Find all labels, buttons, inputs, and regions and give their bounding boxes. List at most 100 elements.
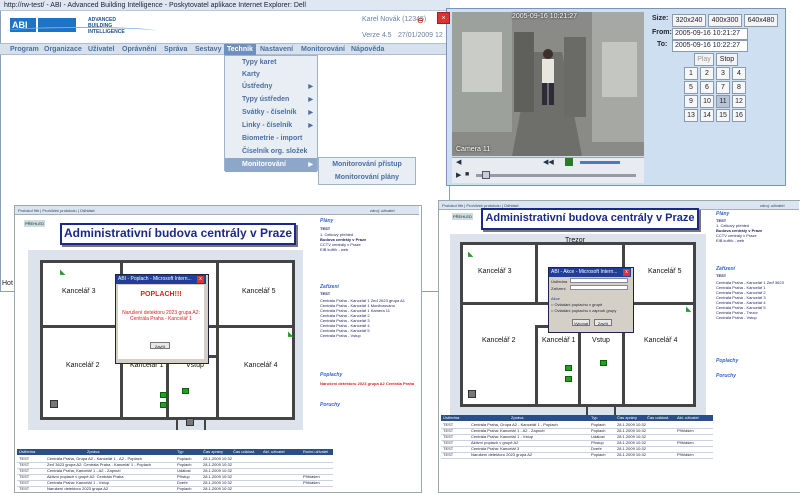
- door-icon[interactable]: [468, 390, 476, 398]
- device-field[interactable]: [570, 285, 628, 290]
- menu-sprava[interactable]: Správa: [164, 44, 187, 56]
- door-icon[interactable]: [50, 400, 58, 408]
- menu-napoveda[interactable]: Nápověda: [351, 44, 384, 56]
- action-option[interactable]: ○ Ovládání poplachu v zapnutí grupy: [551, 308, 616, 313]
- dropdown-item-biometrie[interactable]: Biometrie - import: [225, 132, 317, 146]
- camera-label: Camera 11: [456, 146, 491, 153]
- devices-sub: TEST: [716, 273, 727, 278]
- camera-13-button[interactable]: 13: [684, 109, 698, 122]
- cell: Dveře: [591, 446, 602, 451]
- back-button[interactable]: PŘEHLED: [24, 220, 45, 227]
- close-icon[interactable]: x: [197, 276, 204, 283]
- sensor-icon[interactable]: [182, 388, 189, 394]
- camera-11-button[interactable]: 11: [716, 95, 730, 108]
- camera-16-button[interactable]: 16: [732, 109, 746, 122]
- alarm-entry[interactable]: Narušení detektoru 2023 grupa A2 Centrál…: [320, 381, 414, 386]
- sensor-icon[interactable]: [160, 392, 167, 398]
- menu-sestavy[interactable]: Sestavy: [195, 44, 221, 56]
- dropdown-item-ustredny[interactable]: Ústředny ▶: [225, 80, 317, 94]
- cell: Poplach: [591, 428, 606, 433]
- camera-8-button[interactable]: 8: [732, 81, 746, 94]
- submenu-monitorovani-pristup[interactable]: Monitorování přístup: [319, 158, 415, 171]
- size-320-button[interactable]: 320x240: [672, 14, 706, 27]
- grid-col: Čas zprávy: [617, 415, 638, 420]
- sensor-icon[interactable]: [565, 365, 572, 371]
- camera-7-button[interactable]: 7: [716, 81, 730, 94]
- dialog-close-button[interactable]: Zavřít: [594, 319, 612, 326]
- stop-icon[interactable]: ■: [465, 171, 469, 178]
- close-icon[interactable]: ×: [437, 12, 450, 24]
- prev-frame-icon[interactable]: ◀: [456, 158, 461, 166]
- plan-toolbar[interactable]: Protokol filtr | Prohlížeč protokolu | O…: [15, 206, 419, 215]
- menu-program[interactable]: Program: [10, 44, 39, 56]
- plan-link[interactable]: EIB kufřík - web: [320, 247, 348, 252]
- size-400-button[interactable]: 400x300: [708, 14, 742, 27]
- camera-icon[interactable]: ◣: [686, 305, 691, 313]
- cell: Poplach: [177, 462, 192, 467]
- camera-2-button[interactable]: 2: [700, 67, 714, 80]
- camera-4-button[interactable]: 4: [732, 67, 746, 80]
- cell: 28.1.2009 10:32: [203, 486, 232, 491]
- seek-handle[interactable]: [482, 171, 490, 179]
- grid-col: Zpráva: [511, 415, 524, 420]
- volume-icon[interactable]: [565, 158, 573, 166]
- play-icon[interactable]: ▶: [456, 171, 461, 179]
- dropdown-item-ciselnik-org[interactable]: Číselník org. složek: [225, 145, 317, 159]
- logout-icon[interactable]: ⊖: [417, 16, 427, 26]
- grid-col: Ruční uživatel: [303, 449, 329, 454]
- panel-field[interactable]: [570, 278, 628, 283]
- camera-icon[interactable]: ◣: [288, 330, 293, 338]
- camera-10-button[interactable]: 10: [700, 95, 714, 108]
- device-row[interactable]: Centrála Praha - Vstup: [320, 333, 414, 338]
- sensor-icon[interactable]: [565, 376, 572, 382]
- camera-12-button[interactable]: 12: [732, 95, 746, 108]
- user-label: zdroj: uživatel: [370, 208, 395, 213]
- to-input[interactable]: 2005-09-16 10:22:27: [672, 40, 748, 52]
- camera-icon[interactable]: ◣: [60, 268, 65, 276]
- menu-opravneni[interactable]: Oprávnění: [122, 44, 157, 56]
- submenu-monitorovani-plany[interactable]: Monitorování plány: [319, 171, 415, 184]
- sensor-icon[interactable]: [160, 402, 167, 408]
- menu-uzivatel[interactable]: Uživatel: [88, 44, 114, 56]
- dropdown-item-linky[interactable]: Linky - číselník ▶: [225, 119, 317, 133]
- camera-9-button[interactable]: 9: [684, 95, 698, 108]
- rewind-icon[interactable]: ◀◀: [543, 158, 554, 166]
- size-640-button[interactable]: 640x480: [744, 14, 778, 27]
- cell: TEST: [19, 456, 30, 461]
- play-button[interactable]: Play: [694, 53, 714, 66]
- stop-button[interactable]: Stop: [716, 53, 738, 66]
- cell: Přihlášen: [677, 452, 694, 457]
- action-option[interactable]: ○ Ovládání poplachu v grupě: [551, 302, 602, 307]
- close-icon[interactable]: x: [623, 269, 630, 276]
- table-row[interactable]: TEST Narušení detektoru 2023 grupa A2 Po…: [17, 486, 333, 491]
- menu-organizace[interactable]: Organizace: [44, 44, 82, 56]
- back-button[interactable]: PŘEHLED: [452, 213, 473, 220]
- alarm-close-button[interactable]: Zavřít: [150, 342, 170, 349]
- camera-icon[interactable]: ◣: [468, 250, 473, 258]
- door-icon[interactable]: [186, 418, 194, 426]
- volume-slider[interactable]: [580, 161, 620, 164]
- camera-3-button[interactable]: 3: [716, 67, 730, 80]
- camera-15-button[interactable]: 15: [716, 109, 730, 122]
- plan-link[interactable]: EIB kufřík - web: [716, 238, 744, 243]
- room-label: Trezor: [565, 237, 585, 244]
- seek-bar[interactable]: [476, 174, 636, 177]
- from-input[interactable]: 2005-09-16 10:21:27: [672, 28, 748, 40]
- alarm-heading: POPLACH!!!: [140, 291, 182, 298]
- grid-col: Ústředna: [19, 449, 36, 454]
- camera-14-button[interactable]: 14: [700, 109, 714, 122]
- camera-1-button[interactable]: 1: [684, 67, 698, 80]
- cell: Centrála Praha, Grupa A2 - Kancelář 1 - …: [471, 422, 558, 427]
- cell: Centrála Praha, Grupa A2 - Kancelář 1 - …: [47, 456, 142, 461]
- option-label: Ovládání poplachu v zapnutí grupy: [554, 308, 617, 313]
- camera-5-button[interactable]: 5: [684, 81, 698, 94]
- room-label: Kancelář 3: [62, 288, 96, 295]
- dropdown-item-typy-ustreden[interactable]: Typy ústředen ▶: [225, 93, 317, 107]
- camera-6-button[interactable]: 6: [700, 81, 714, 94]
- device-row[interactable]: Centrála Praha - Vstup: [716, 315, 796, 320]
- execute-button[interactable]: Vykonat: [572, 319, 590, 326]
- dropdown-item-monitorovani[interactable]: Monitorování ▶: [225, 158, 317, 172]
- dropdown-item-svatky[interactable]: Svátky - číselník ▶: [225, 106, 317, 120]
- table-row[interactable]: TEST Narušení detektoru 2023 grupa A2 Po…: [441, 452, 713, 459]
- sensor-icon[interactable]: [600, 360, 607, 366]
